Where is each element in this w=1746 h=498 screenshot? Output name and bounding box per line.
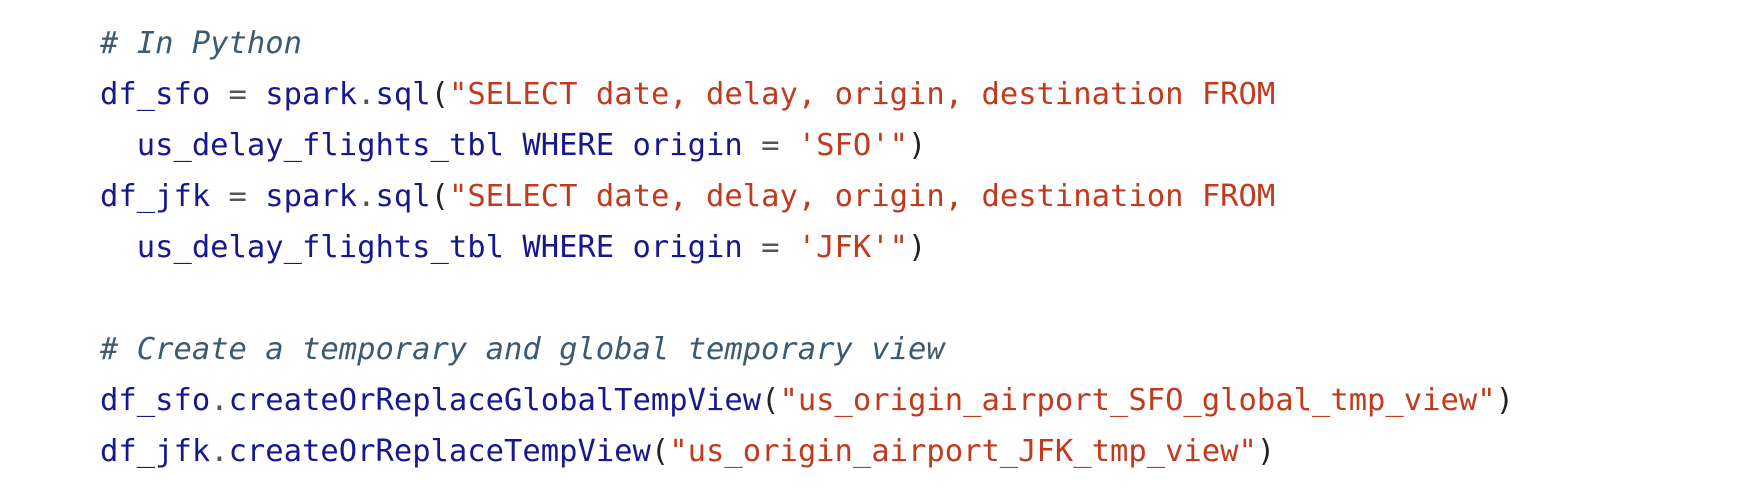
code-token-ident: us_delay_flights_tbl WHERE origin: [100, 230, 743, 265]
code-token-op: =: [210, 77, 266, 112]
code-line: df_jfk.createOrReplaceTempView("us_origi…: [100, 426, 1514, 477]
code-token-str: "us_origin_airport_JFK_tmp_view": [669, 434, 1257, 469]
code-token-op: .: [357, 179, 376, 214]
code-token-op: .: [210, 383, 229, 418]
code-line: df_sfo.createOrReplaceGlobalTempView("us…: [100, 375, 1514, 426]
code-token-str: 'JFK'": [797, 230, 908, 265]
code-token-ident: df_jfk: [100, 179, 211, 214]
code-token-ident: spark: [265, 77, 358, 112]
code-token-punct: ): [907, 230, 927, 265]
code-token-ident: createOrReplaceTempView: [228, 434, 651, 469]
code-token-punct: (: [650, 434, 670, 469]
code-line: us_delay_flights_tbl WHERE origin = 'JFK…: [100, 222, 1514, 273]
code-token-ident: df_sfo: [100, 77, 211, 112]
code-token-ident: spark: [265, 179, 358, 214]
code-token-punct: ): [907, 128, 927, 163]
code-token-str: "SELECT date, delay, origin, destination…: [448, 179, 1276, 214]
code-token-punct: (: [761, 383, 780, 418]
code-token-op: =: [742, 230, 798, 265]
code-token-op: .: [210, 434, 229, 469]
code-token-punct: (: [430, 179, 449, 214]
code-token-ident: sql: [375, 179, 431, 214]
code-line: us_delay_flights_tbl WHERE origin = 'SFO…: [100, 120, 1514, 171]
code-line: # Create a temporary and global temporar…: [100, 324, 1514, 375]
code-token-str: "us_origin_airport_SFO_global_tmp_view": [779, 383, 1496, 418]
code-line: # In Python: [100, 18, 1514, 69]
code-token-ident: df_jfk: [100, 434, 211, 469]
code-token-str: 'SFO'": [797, 128, 908, 163]
code-token-punct: ): [1495, 383, 1514, 418]
code-block: # In Python df_sfo = spark.sql("SELECT da…: [100, 18, 1514, 477]
code-token-punct: ): [1256, 434, 1276, 469]
code-token-comment: # Create a temporary and global temporar…: [100, 332, 945, 367]
code-token-ident: us_delay_flights_tbl WHERE origin: [100, 128, 743, 163]
code-token-ident: createOrReplaceGlobalTempView: [228, 383, 762, 418]
code-line: df_jfk = spark.sql("SELECT date, delay, …: [100, 171, 1514, 222]
code-line: df_sfo = spark.sql("SELECT date, delay, …: [100, 69, 1514, 120]
code-token-op: =: [210, 179, 266, 214]
code-token-str: "SELECT date, delay, origin, destination…: [448, 77, 1276, 112]
code-token-op: .: [357, 77, 376, 112]
code-token-ident: sql: [375, 77, 431, 112]
code-token-op: =: [742, 128, 798, 163]
code-token-ident: df_sfo: [100, 383, 211, 418]
code-token-punct: (: [430, 77, 449, 112]
code-token-comment: # In Python: [100, 26, 302, 61]
